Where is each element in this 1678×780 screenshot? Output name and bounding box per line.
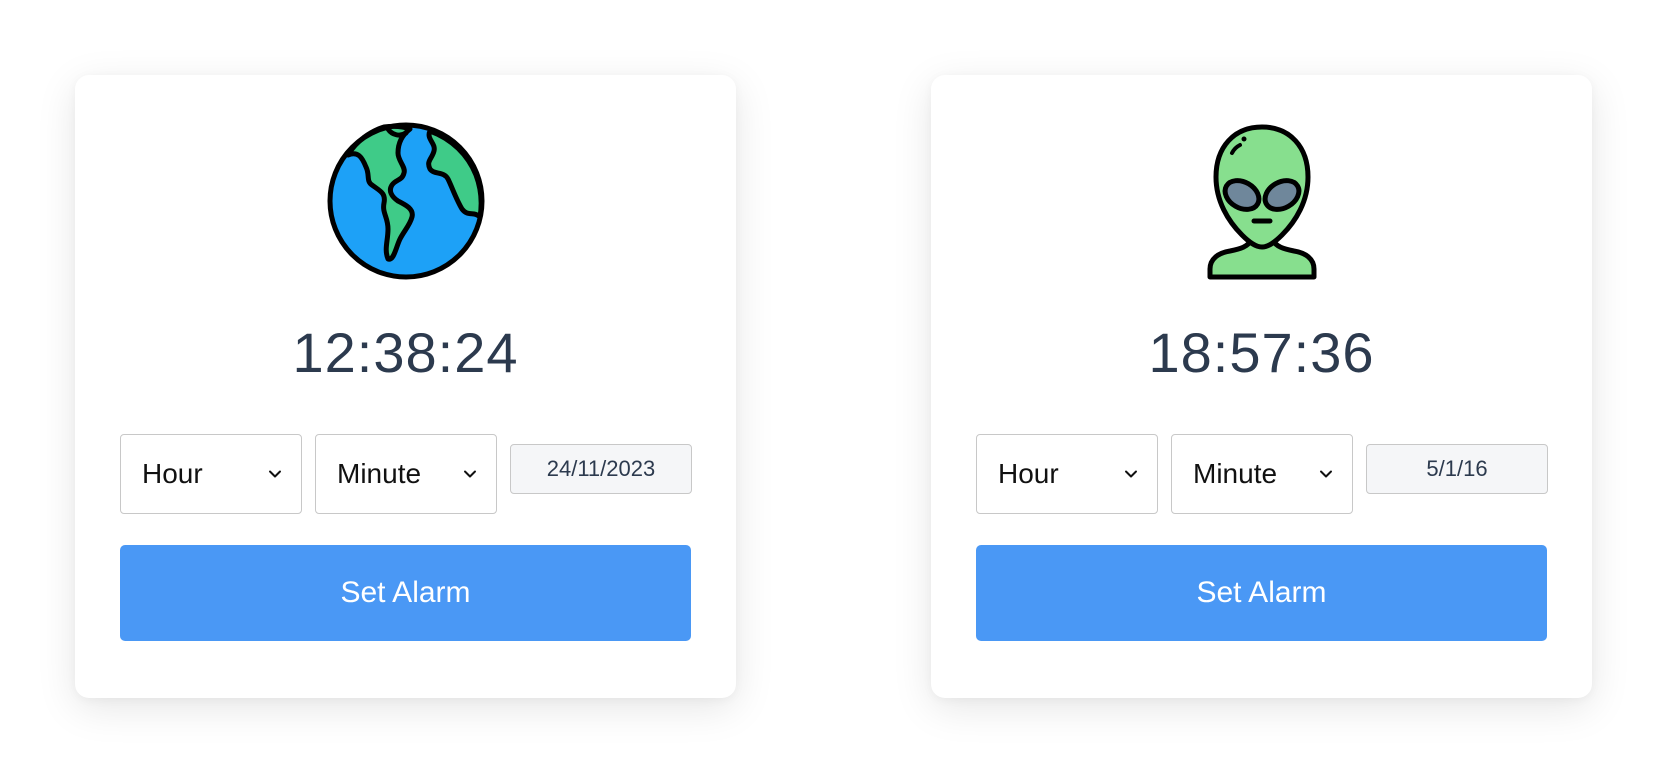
chevron-down-icon [464,470,476,478]
minute-select-label: Minute [1193,458,1278,489]
minute-select[interactable]: Minute [1171,434,1353,514]
alarm-controls: Hour Minute 24/11/2023 [120,434,692,516]
chevron-down-icon [1320,470,1332,478]
alarm-controls: Hour Minute 5/1/16 [976,434,1548,516]
minute-select-label: Minute [337,458,422,489]
alien-clock-card: 18:57:36 Hour Minute 5/1/16 Set Alarm [931,75,1592,698]
chevron-down-icon [269,470,281,478]
clock-display: 12:38:24 [292,321,519,384]
date-display: 5/1/16 [1366,444,1548,494]
date-display: 24/11/2023 [510,444,692,494]
chevron-down-icon [1125,470,1137,478]
hour-select-label: Hour [142,458,203,489]
set-alarm-button[interactable]: Set Alarm [120,545,691,641]
clock-display: 18:57:36 [1148,321,1375,384]
hour-select[interactable]: Hour [120,434,302,514]
alarm-clock-page: 12:38:24 Hour Minute 24/11/2023 Set Alar… [0,0,1678,780]
earth-clock-card: 12:38:24 Hour Minute 24/11/2023 Set Alar… [75,75,736,698]
hour-select-label: Hour [998,458,1059,489]
hour-select[interactable]: Hour [976,434,1158,514]
minute-select[interactable]: Minute [315,434,497,514]
alien-head-icon [1182,121,1342,281]
earth-globe-icon [326,121,486,281]
set-alarm-button[interactable]: Set Alarm [976,545,1547,641]
